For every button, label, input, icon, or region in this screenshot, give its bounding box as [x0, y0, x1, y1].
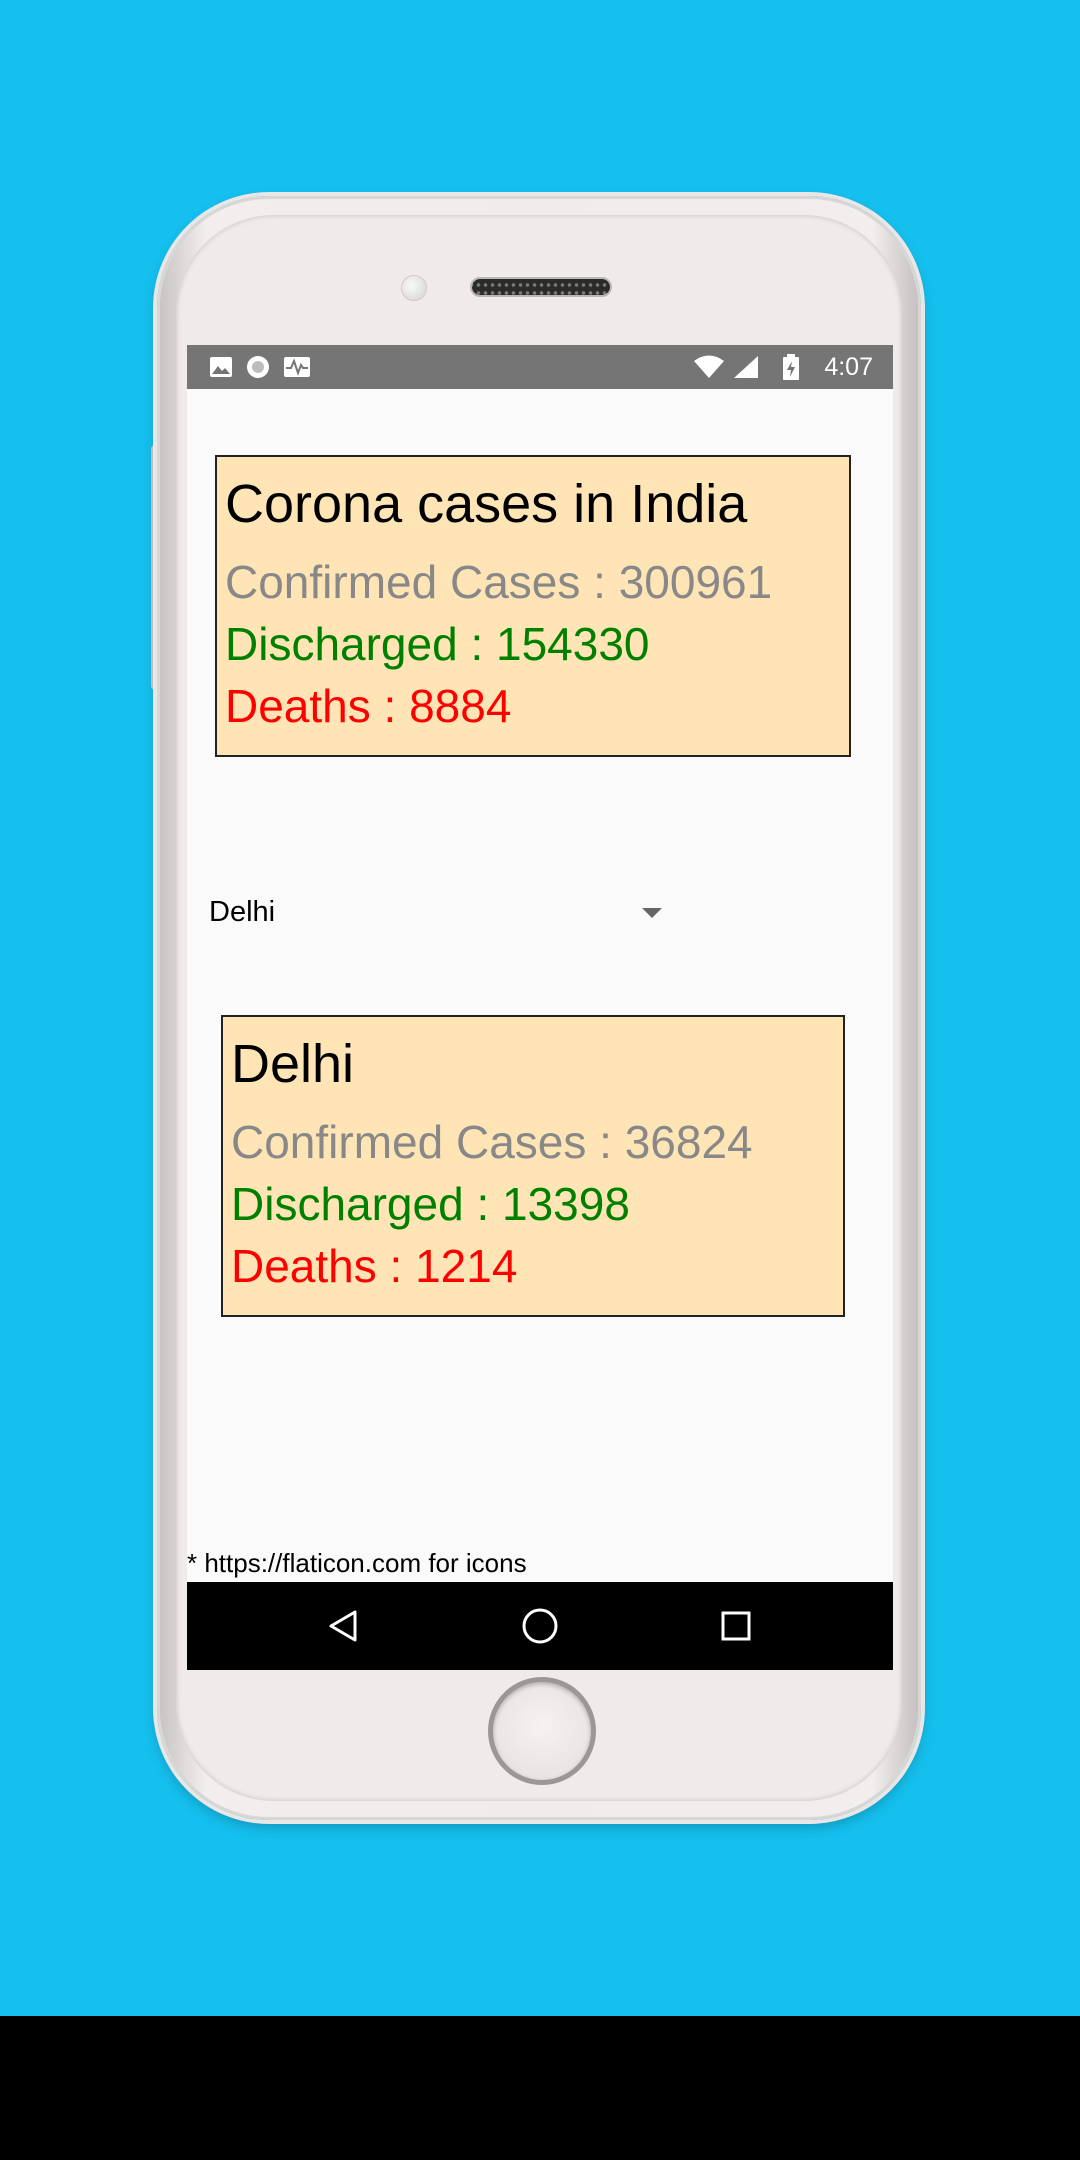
state-selector-dropdown[interactable]: Delhi: [209, 880, 662, 940]
recents-icon[interactable]: [706, 1596, 766, 1656]
state-summary-card: Delhi Confirmed Cases : 36824 Discharged…: [221, 1015, 845, 1317]
india-confirmed-cases: Confirmed Cases : 300961: [225, 556, 773, 608]
india-deaths: Deaths : 8884: [225, 680, 512, 732]
status-bar: 4:07: [187, 345, 893, 389]
status-time: 4:07: [824, 353, 873, 381]
dropdown-arrow-icon[interactable]: [642, 908, 662, 918]
back-icon[interactable]: [314, 1596, 374, 1656]
activity-icon: [283, 356, 311, 383]
india-discharged: Discharged : 154330: [225, 618, 650, 670]
state-discharged: Discharged : 13398: [231, 1178, 630, 1230]
front-camera: [401, 275, 427, 301]
circle-notification-icon: [246, 356, 270, 385]
state-card-title: Delhi: [231, 1034, 355, 1094]
india-card-title: Corona cases in India: [225, 474, 748, 534]
battery-icon: [782, 354, 800, 385]
attribution-note: * https://flaticon.com for icons: [187, 1548, 527, 1578]
wifi-icon: [693, 355, 725, 384]
image-icon: [209, 356, 233, 383]
india-summary-card: Corona cases in India Confirmed Cases : …: [215, 455, 851, 757]
navigation-bar: [187, 1582, 893, 1670]
home-icon[interactable]: [510, 1596, 570, 1656]
state-deaths: Deaths : 1214: [231, 1240, 518, 1292]
phone-home-button: [488, 1677, 596, 1785]
device-screen: 4:07 Corona cases in India Confirmed Cas…: [187, 345, 893, 1670]
state-selector-value: Delhi: [209, 896, 276, 928]
state-confirmed-cases: Confirmed Cases : 36824: [231, 1116, 753, 1168]
signal-icon: [733, 355, 759, 384]
earpiece-speaker: [470, 277, 612, 297]
